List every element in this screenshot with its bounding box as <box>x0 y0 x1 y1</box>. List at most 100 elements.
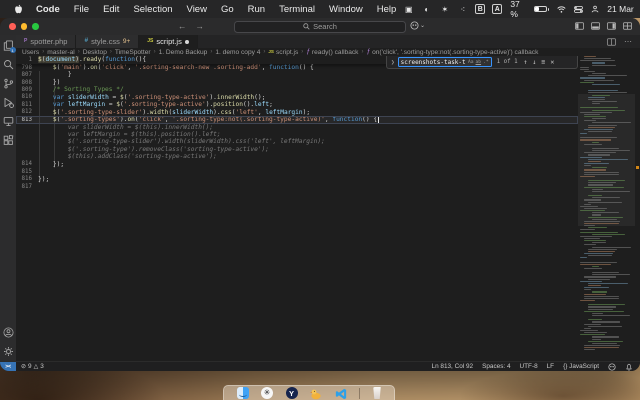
ghost-suggestion-line[interactable]: $(this).addClass('sorting-type-active'); <box>16 153 578 160</box>
extensions-icon[interactable] <box>3 135 14 146</box>
menu-edit[interactable]: Edit <box>96 4 126 15</box>
menu-go[interactable]: Go <box>214 4 241 15</box>
more-actions-icon[interactable]: ⋯ <box>624 37 632 46</box>
source-control-icon[interactable] <box>3 78 14 89</box>
command-center-search[interactable]: Search <box>234 21 406 33</box>
regex-toggle[interactable]: .* <box>483 60 489 65</box>
breadcrumb-item[interactable]: Users <box>22 49 39 56</box>
ghost-suggestion-line[interactable]: var sliderWidth = $(this).innerWidth(); <box>16 124 578 131</box>
input-b-icon[interactable]: B <box>475 4 485 14</box>
ghost-suggestion-line[interactable]: $('.sorting-type-slider').width(sliderWi… <box>16 138 578 145</box>
breadcrumb-item[interactable]: TimeSpotter <box>115 49 151 56</box>
settings-gear-icon[interactable] <box>3 346 14 357</box>
toggle-primary-sidebar-icon[interactable] <box>575 22 584 30</box>
input-a-icon[interactable]: A <box>492 4 502 14</box>
breadcrumb-item[interactable]: Desktop <box>83 49 107 56</box>
y-browser-dock-icon[interactable]: Y <box>286 387 298 399</box>
breadcrumb-item[interactable]: master-al <box>47 49 74 56</box>
breadcrumb-item[interactable]: 1. demo copy 4 <box>215 49 260 56</box>
code-editor[interactable]: 1$(document).ready(function(){ 798 $('ma… <box>16 56 640 361</box>
problems-indicator[interactable]: ⊘ 9 △ 3 <box>21 363 44 370</box>
code-line-817[interactable]: 817 <box>16 183 578 190</box>
accounts-icon[interactable] <box>3 327 14 338</box>
notifications-bell-icon[interactable] <box>625 363 633 371</box>
copilot-menu-button[interactable]: ⌄ <box>410 21 425 30</box>
shield-icon[interactable]: ◐ <box>421 4 432 15</box>
toggle-panel-icon[interactable] <box>591 22 600 30</box>
minimize-window-button[interactable] <box>21 23 28 30</box>
sticky-code-line[interactable]: 1$(document).ready(function(){ <box>16 56 146 63</box>
code-line-811[interactable]: 811 var leftMargin = $('.sorting-type-ac… <box>16 101 578 108</box>
code-line-812[interactable]: 812 $('.sorting-type-slider').width(slid… <box>16 109 578 116</box>
minimap[interactable] <box>578 56 635 361</box>
trash-dock-icon[interactable] <box>373 387 382 399</box>
battery-icon[interactable] <box>534 6 550 13</box>
code-line-813[interactable]: 813 $('.sorting-types').on('click', '.so… <box>16 116 578 123</box>
vscode-dock-icon[interactable] <box>335 387 347 399</box>
overview-ruler[interactable] <box>635 56 640 361</box>
remote-explorer-icon[interactable] <box>3 116 14 127</box>
zoom-window-button[interactable] <box>32 23 39 30</box>
finder-dock-icon[interactable] <box>237 387 249 399</box>
run-debug-icon[interactable] <box>3 97 14 108</box>
breadcrumb-item[interactable]: ƒready() callback <box>306 49 358 56</box>
code-line-815[interactable]: 815 <box>16 168 578 175</box>
encoding-setting[interactable]: UTF-8 <box>520 363 538 370</box>
close-window-button[interactable] <box>9 23 16 30</box>
menu-terminal[interactable]: Terminal <box>272 4 322 15</box>
navigate-forward-icon[interactable]: → <box>196 21 205 31</box>
tab-script-js[interactable]: JSscript.js <box>139 35 198 48</box>
menu-window[interactable]: Window <box>322 4 370 15</box>
window-titlebar[interactable]: ← → Search ⌄ <box>0 18 640 35</box>
find-in-selection-icon[interactable]: ≡ <box>540 59 546 66</box>
breadcrumb-item[interactable]: ƒon('click', '.sorting-type:not(.sorting… <box>366 49 538 56</box>
menu-file[interactable]: File <box>67 4 96 15</box>
eol-setting[interactable]: LF <box>547 363 554 370</box>
close-find-icon[interactable]: ✕ <box>549 59 555 66</box>
find-input[interactable]: screenshots-task-text Aa ab .* <box>398 57 492 67</box>
menu-app-name[interactable]: Code <box>29 4 67 15</box>
paw-icon[interactable]: ⁖ <box>457 4 468 15</box>
menu-help[interactable]: Help <box>370 4 404 15</box>
toggle-secondary-sidebar-icon[interactable] <box>607 22 616 30</box>
code-line-810[interactable]: 810 var sliderWidth = $('.sorting-type-a… <box>16 94 578 101</box>
remote-indicator[interactable]: >< <box>0 362 16 371</box>
explorer-icon[interactable]: 1 <box>3 40 14 51</box>
asterisk-icon[interactable]: ✶ <box>439 4 450 15</box>
code-line-807[interactable]: 807 } <box>16 71 578 78</box>
tab-style-css[interactable]: #style.css9+ <box>76 35 139 48</box>
duck-dock-icon[interactable] <box>310 387 322 399</box>
tab-spotter-php[interactable]: Pspotter.php <box>16 35 76 48</box>
search-icon[interactable] <box>3 59 14 70</box>
breadcrumb-item[interactable]: JSscript.js <box>268 49 298 56</box>
indentation-setting[interactable]: Spaces: 4 <box>482 363 510 370</box>
code-line-809[interactable]: 809 /* Sorting Types */ <box>16 86 578 93</box>
minimap-line <box>592 266 599 267</box>
match-case-toggle[interactable]: Aa <box>468 60 474 65</box>
user-switch-icon[interactable] <box>591 4 599 14</box>
display-icon[interactable]: ▣ <box>403 4 414 15</box>
split-editor-icon[interactable] <box>607 38 616 46</box>
breadcrumb-item[interactable]: 1. Demo Backup <box>159 49 208 56</box>
code-token: var <box>53 94 64 101</box>
copilot-status-icon[interactable] <box>608 363 616 371</box>
navigate-back-icon[interactable]: ← <box>178 21 187 31</box>
chatgpt-dock-icon[interactable]: ✳ <box>261 387 273 399</box>
cursor-position[interactable]: Ln 813, Col 92 <box>432 363 474 370</box>
menu-selection[interactable]: Selection <box>126 4 179 15</box>
code-line-808[interactable]: 808 }) <box>16 79 578 86</box>
menu-run[interactable]: Run <box>241 4 272 15</box>
customize-layout-icon[interactable] <box>623 22 632 30</box>
wifi-icon[interactable] <box>557 5 566 14</box>
find-expand-chevron-icon[interactable]: ❯ <box>391 59 395 66</box>
language-mode[interactable]: {} JavaScript <box>563 363 599 370</box>
code-line-816[interactable]: 816}); <box>16 176 578 183</box>
menu-view[interactable]: View <box>180 4 214 15</box>
whole-word-toggle[interactable]: ab <box>476 60 482 65</box>
code-line-814[interactable]: 814 }); <box>16 161 578 168</box>
find-previous-icon[interactable]: ↑ <box>523 59 529 66</box>
find-next-icon[interactable]: ↓ <box>532 59 538 66</box>
apple-menu[interactable] <box>8 4 29 15</box>
control-center-icon[interactable] <box>574 5 583 14</box>
menubar-date[interactable]: 21 Mar <box>607 4 633 14</box>
